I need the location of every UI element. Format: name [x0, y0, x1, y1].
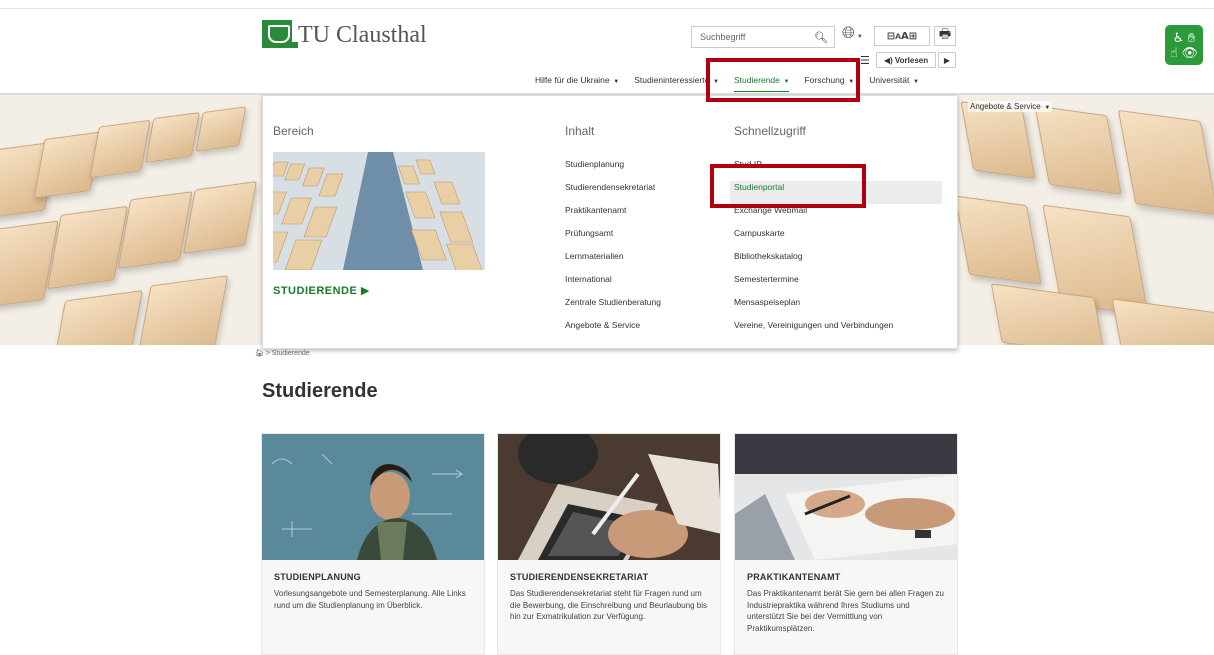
hero-seats-left	[0, 106, 262, 345]
highlight-box-studienportal	[710, 164, 866, 208]
card-image-studienplanung	[262, 434, 484, 560]
search-icon: 🔍︎	[814, 31, 828, 44]
nav-item-angebote-service[interactable]: Angebote & Service ▼	[968, 101, 1053, 112]
play-icon[interactable]: ▶	[938, 52, 956, 68]
dropdown-column-title-inhalt: Inhalt	[565, 124, 595, 138]
dropdown-link-lernmaterialien[interactable]: Lernmaterialien	[565, 250, 661, 273]
card-graphic-desk	[735, 434, 957, 560]
card-text: Vorlesungsangebote und Semesterplanung. …	[274, 589, 466, 610]
card-graphic-lecturer	[262, 434, 484, 560]
quick-link-bibliothekskatalog[interactable]: Bibliothekskatalog	[734, 250, 946, 273]
dropdown-column-title-schnellzugriff: Schnellzugriff	[734, 124, 806, 138]
dropdown-link-studienberatung[interactable]: Zentrale Studienberatung	[565, 296, 661, 319]
list-menu-icon[interactable]: ☰	[860, 54, 870, 67]
card-praktikantenamt[interactable]: PRAKTIKANTENAMT Das Praktikantenamt berä…	[734, 433, 958, 655]
card-image-studierendensekretariat	[498, 434, 720, 560]
print-icon[interactable]: 🖶	[934, 26, 956, 46]
home-icon[interactable]: 🏠︎	[255, 350, 264, 357]
card-title: STUDIENPLANUNG	[274, 572, 361, 582]
accessibility-button[interactable]: ♿︎ ✋︎ ☝︎ 👁︎	[1165, 25, 1203, 65]
easy-read-icon: ☝︎ 👁︎	[1169, 45, 1199, 60]
logo-emblem-icon	[262, 20, 298, 48]
dropdown-link-international[interactable]: International	[565, 273, 661, 296]
font-size-controls[interactable]: ⊟ᴀ𝗔⊞	[874, 26, 930, 46]
card-studienplanung[interactable]: STUDIENPLANUNG Vorlesungsangebote und Se…	[261, 433, 485, 655]
quick-link-campuskarte[interactable]: Campuskarte	[734, 227, 946, 250]
breadcrumb-current: Studierende	[271, 350, 310, 357]
quick-link-vereine[interactable]: Vereine, Vereinigungen und Verbindungen	[734, 319, 946, 342]
card-studierendensekretariat[interactable]: STUDIERENDENSEKRETARIAT Das Studierenden…	[497, 433, 721, 655]
lecture-hall-graphic	[273, 152, 485, 270]
caret-down-icon: ▼	[911, 79, 919, 85]
card-title: PRAKTIKANTENAMT	[747, 572, 841, 582]
card-title: STUDIERENDENSEKRETARIAT	[510, 572, 649, 582]
top-divider	[0, 8, 1214, 9]
vorlesen-button[interactable]: ◀) Vorlesen	[876, 52, 936, 68]
quick-link-semestertermine[interactable]: Semestertermine	[734, 273, 946, 296]
dropdown-link-studienplanung[interactable]: Studienplanung	[565, 158, 661, 181]
nav-item-universitaet[interactable]: Universität ▼	[869, 75, 919, 92]
card-text: Das Studierendensekretariat steht für Fr…	[510, 589, 708, 621]
studierende-dropdown-menu: Bereich Inhalt Schnellzugriff STUDIEREND…	[262, 95, 958, 349]
dropdown-link-pruefungsamt[interactable]: Prüfungsamt	[565, 227, 661, 250]
card-graphic-tablet	[498, 434, 720, 560]
dropdown-column-title-bereich: Bereich	[273, 124, 314, 138]
search-input[interactable]	[692, 27, 808, 47]
studierende-section-link[interactable]: STUDIERENDE ▶	[273, 284, 370, 297]
language-globe-icon[interactable]: 🌐︎ ▼	[842, 25, 863, 43]
dropdown-link-angebote-service[interactable]: Angebote & Service	[565, 319, 661, 342]
search-box: 🔍︎	[691, 26, 835, 48]
caret-down-icon: ▼	[611, 79, 620, 85]
logo-text: TU Clausthal	[298, 22, 427, 48]
accessibility-icon: ♿︎ ✋︎	[1172, 30, 1196, 45]
quick-link-mensaspeiseplan[interactable]: Mensaspeiseplan	[734, 296, 946, 319]
card-image-praktikantenamt	[735, 434, 957, 560]
dropdown-link-studierendensekretariat[interactable]: Studierendensekretariat	[565, 181, 661, 204]
inhalt-links: Studienplanung Studierendensekretariat P…	[565, 158, 661, 342]
breadcrumb: 🏠︎ > Studierende	[255, 349, 310, 357]
lecture-hall-thumbnail	[273, 152, 485, 270]
nav-item-ukraine[interactable]: Hilfe für die Ukraine ▼	[535, 75, 619, 92]
highlight-box-studierende	[706, 58, 860, 102]
page-title: Studierende	[262, 380, 378, 402]
site-logo[interactable]: TU Clausthal	[262, 20, 427, 48]
hero-seats-right	[954, 101, 1214, 345]
search-button[interactable]: 🔍︎	[808, 27, 834, 47]
dropdown-link-praktikantenamt[interactable]: Praktikantenamt	[565, 204, 661, 227]
caret-down-icon: ▼	[1042, 105, 1051, 111]
card-text: Das Praktikantenamt berät Sie gern bei a…	[747, 589, 944, 633]
